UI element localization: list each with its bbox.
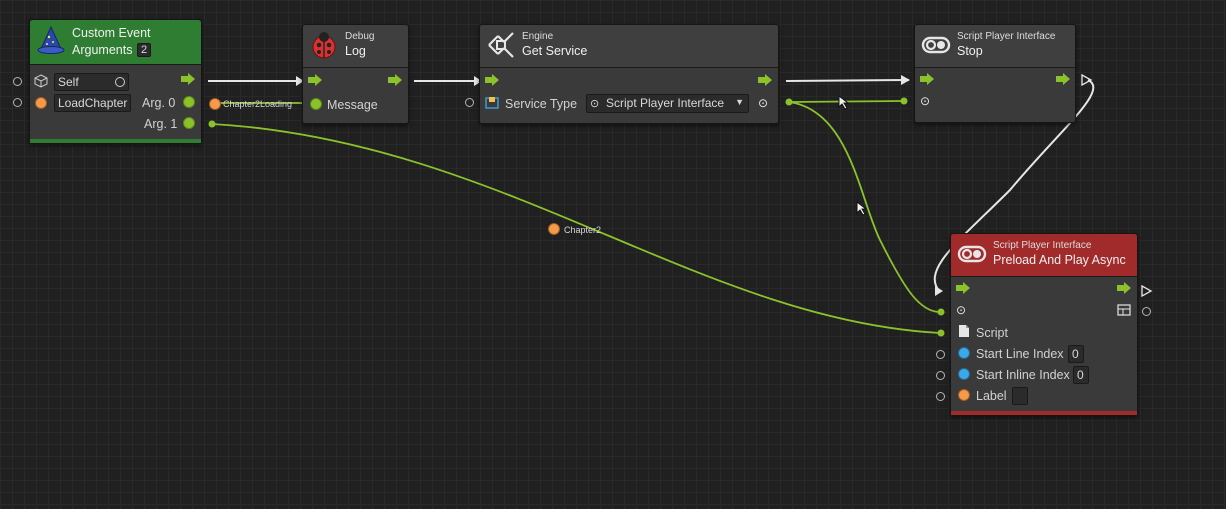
preload-title: Preload And Play Async bbox=[993, 253, 1126, 267]
custom-event-footer bbox=[30, 139, 201, 143]
target-picker-icon[interactable] bbox=[115, 77, 125, 87]
ladybug-icon bbox=[312, 32, 336, 59]
service-output-port-icon[interactable]: ⊙ bbox=[758, 96, 768, 110]
flow-arrowhead bbox=[935, 286, 943, 296]
get-service-category: Engine bbox=[522, 31, 554, 42]
self-input-port[interactable] bbox=[13, 77, 22, 86]
flow-input-arrow[interactable] bbox=[485, 74, 499, 86]
start-inline-field[interactable]: 0 bbox=[1073, 366, 1089, 384]
script-player-icon bbox=[921, 36, 951, 54]
literal-port-icon bbox=[548, 223, 560, 235]
flow-output-arrow[interactable] bbox=[388, 74, 402, 86]
flow-output-arrow[interactable] bbox=[181, 73, 195, 85]
custom-event-header: Custom Event Arguments 2 bbox=[30, 20, 201, 65]
custom-event-subtitle: Arguments bbox=[72, 43, 133, 57]
arg0-label: Arg. 0 bbox=[142, 96, 176, 110]
name-input-port[interactable] bbox=[13, 98, 22, 107]
cursor-icon bbox=[856, 200, 868, 216]
target-self-field[interactable]: Self bbox=[54, 73, 129, 91]
stop-title: Stop bbox=[957, 44, 983, 58]
chapter2-loading-label[interactable]: Chapter2Loading bbox=[223, 99, 292, 109]
target-self-value: Self bbox=[58, 75, 79, 89]
layout-output-port[interactable] bbox=[1142, 307, 1151, 316]
literal-port-icon bbox=[209, 98, 221, 110]
debug-log-category: Debug bbox=[345, 31, 375, 42]
preload-footer bbox=[951, 411, 1137, 415]
stop-header: Script Player Interface Stop bbox=[915, 25, 1075, 68]
debug-log-node[interactable]: Debug Log Message bbox=[302, 24, 409, 124]
get-service-title: Get Service bbox=[522, 44, 588, 58]
label-input-port[interactable] bbox=[936, 392, 945, 401]
preload-category: Script Player Interface bbox=[993, 240, 1092, 251]
arg1-output-port[interactable] bbox=[183, 117, 195, 129]
cube-icon bbox=[34, 74, 48, 88]
flow-output-arrow[interactable] bbox=[1117, 282, 1131, 294]
service-type-icon bbox=[485, 97, 499, 109]
document-icon bbox=[959, 325, 969, 337]
start-line-input-port[interactable] bbox=[936, 350, 945, 359]
get-service-node[interactable]: Engine Get Service Service Type ⊙ Script … bbox=[479, 24, 779, 124]
flow-arrowhead bbox=[901, 75, 910, 85]
message-input-port[interactable] bbox=[310, 98, 322, 110]
start-inline-port[interactable] bbox=[958, 368, 970, 380]
cursor-icon bbox=[838, 94, 850, 110]
service-type-value: Script Player Interface bbox=[606, 96, 725, 110]
argument-count-field[interactable]: 2 bbox=[137, 43, 152, 57]
engine-service-icon bbox=[488, 32, 514, 58]
start-line-label: Start Line Index bbox=[976, 347, 1064, 361]
event-name-field[interactable]: LoadChapter bbox=[54, 94, 132, 112]
start-line-field[interactable]: 0 bbox=[1068, 345, 1084, 363]
graph-canvas[interactable]: Custom Event Arguments 2 Self LoadChapte… bbox=[0, 0, 1226, 509]
start-line-port[interactable] bbox=[958, 347, 970, 359]
flow-output-arrow[interactable] bbox=[1056, 73, 1070, 85]
script-player-icon bbox=[957, 245, 987, 263]
chapter2-label[interactable]: Chapter2 bbox=[564, 225, 601, 235]
preload-node[interactable]: Script Player Interface Preload And Play… bbox=[950, 233, 1138, 416]
script-player-icon: ⊙ bbox=[590, 98, 600, 110]
target-port-icon[interactable]: ⊙ bbox=[956, 303, 966, 317]
stop-node[interactable]: Script Player Interface Stop ⊙ bbox=[914, 24, 1076, 123]
flow-output-hollow-arrow[interactable] bbox=[1141, 285, 1153, 297]
label-port[interactable] bbox=[958, 389, 970, 401]
message-label: Message bbox=[327, 98, 378, 112]
custom-event-title: Custom Event bbox=[72, 26, 151, 40]
service-type-input-port[interactable] bbox=[465, 98, 474, 107]
label-label: Label bbox=[976, 389, 1007, 403]
script-label: Script bbox=[976, 326, 1008, 340]
preload-header: Script Player Interface Preload And Play… bbox=[951, 234, 1137, 277]
chevron-down-icon: ▼ bbox=[735, 97, 744, 107]
label-field[interactable] bbox=[1012, 387, 1028, 405]
service-type-label: Service Type bbox=[505, 97, 578, 111]
arg1-label: Arg. 1 bbox=[144, 117, 178, 131]
arg0-output-port[interactable] bbox=[183, 96, 195, 108]
target-port-icon[interactable]: ⊙ bbox=[920, 94, 930, 108]
wizard-hat-icon bbox=[37, 25, 65, 54]
name-port[interactable] bbox=[35, 97, 47, 109]
custom-event-node[interactable]: Custom Event Arguments 2 Self LoadChapte… bbox=[29, 19, 202, 144]
flow-output-hollow-arrow[interactable] bbox=[1081, 74, 1093, 86]
flow-input-arrow[interactable] bbox=[308, 74, 322, 86]
layout-icon bbox=[1117, 304, 1131, 316]
debug-log-header: Debug Log bbox=[303, 25, 408, 68]
flow-input-arrow[interactable] bbox=[920, 73, 934, 85]
flow-wire-service-to-stop bbox=[785, 79, 910, 82]
stop-category: Script Player Interface bbox=[957, 31, 1056, 42]
flow-output-arrow[interactable] bbox=[758, 74, 772, 86]
start-inline-input-port[interactable] bbox=[936, 371, 945, 380]
start-inline-label: Start Inline Index bbox=[976, 368, 1070, 382]
service-type-dropdown[interactable]: ⊙ Script Player Interface ▼ bbox=[586, 94, 749, 113]
debug-log-title: Log bbox=[345, 44, 366, 58]
get-service-header: Engine Get Service bbox=[480, 25, 778, 68]
flow-input-arrow[interactable] bbox=[956, 282, 970, 294]
